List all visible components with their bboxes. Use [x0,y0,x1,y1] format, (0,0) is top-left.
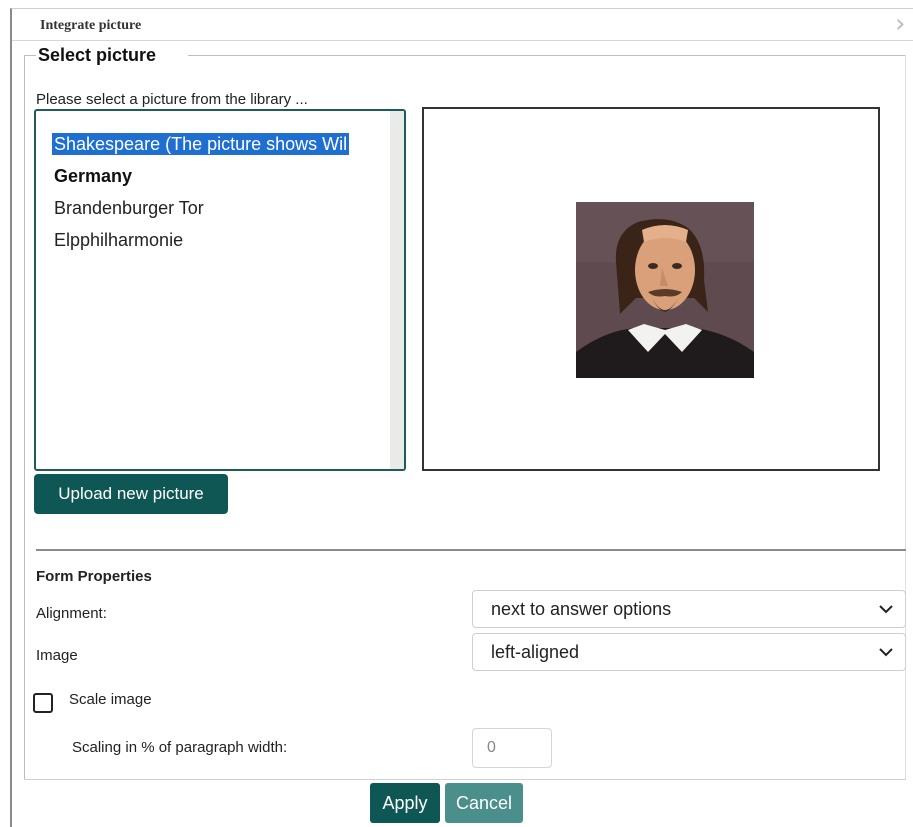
picture-preview [422,107,880,471]
fieldset-border [188,55,905,56]
alignment-select[interactable]: next to answer options [472,590,906,628]
scale-image-checkbox[interactable] [33,693,53,713]
image-alignment-select[interactable]: left-aligned [472,633,906,671]
chevron-down-icon [879,648,893,657]
alignment-label: Alignment: [36,605,107,622]
fieldset-border [24,55,36,56]
list-group-header: Germany [36,163,390,195]
fieldset-border [24,55,25,779]
list-item[interactable]: Elpphilharmonie [36,227,390,259]
fieldset-border [905,55,906,779]
chevron-right-icon[interactable]: › [895,11,913,37]
dialog-titlebar: Integrate picture › [12,9,913,41]
list-item[interactable]: Shakespeare (The picture shows Wil [36,131,390,163]
portrait-image [576,202,754,378]
upload-new-picture-button[interactable]: Upload new picture [34,474,228,514]
image-alignment-value: left-aligned [491,642,580,662]
list-item-label: Elpphilharmonie [54,230,184,250]
list-item-label: Shakespeare (The picture shows Wil [52,133,350,155]
list-scrollbar[interactable] [390,111,404,469]
integrate-picture-dialog: Integrate picture › Select picture Pleas… [10,8,913,827]
picture-library-list[interactable]: Shakespeare (The picture shows Wil Germa… [34,109,406,471]
instruction-text: Please select a picture from the library… [36,91,308,108]
chevron-down-icon [879,605,893,614]
scaling-label: Scaling in % of paragraph width: [72,739,288,756]
section-divider [36,549,906,551]
form-properties-title: Form Properties [36,568,152,585]
list-item[interactable]: Brandenburger Tor [36,195,390,227]
scale-image-label: Scale image [69,691,152,708]
select-picture-legend: Select picture [38,45,157,65]
fieldset-border [24,779,906,780]
apply-button[interactable]: Apply [370,783,440,823]
list-item-label: Brandenburger Tor [54,198,204,218]
cancel-button[interactable]: Cancel [445,783,523,823]
scaling-input[interactable]: 0 [472,728,552,768]
image-label: Image [36,647,78,664]
list-group-label: Germany [54,166,133,186]
alignment-value: next to answer options [491,599,672,619]
dialog-title: Integrate picture [40,18,142,33]
